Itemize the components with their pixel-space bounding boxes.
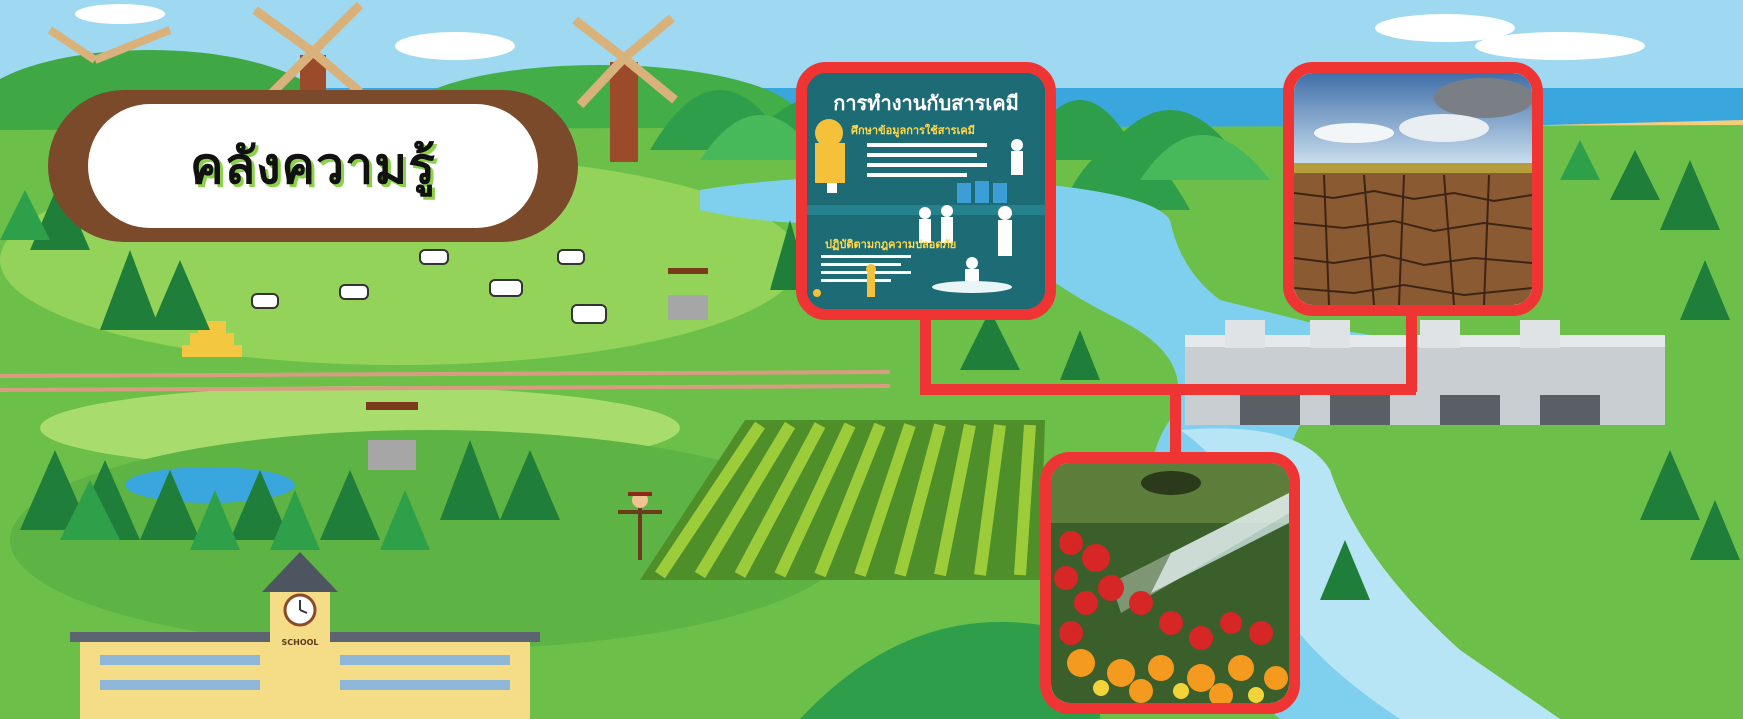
page-title: คลังความรู้ [190,136,436,195]
chemical-safety-card[interactable]: การทำงานกับสารเคมี ศึกษาข้อมูลการใช้สารเ… [796,62,1056,320]
poster-subtitle-study: ศึกษาข้อมูลการใช้สารเคมี [851,124,975,137]
connector-line-center-vertical [1170,392,1181,456]
poster-title: การทำงานกับสารเคมี [833,91,1019,115]
title-frame: คลังความรู้ [48,90,578,242]
drought-cracked-soil-photo [1294,73,1532,305]
school-sign: SCHOOL [281,638,318,647]
connector-line-right-vertical [1406,306,1417,392]
garden-sprinkler-photo [1051,463,1289,703]
poster-subtitle-safety: ปฏิบัติตามกฎความปลอดภัย [825,238,957,251]
connector-line-left-vertical [920,316,931,392]
title-button[interactable]: คลังความรู้ [88,104,538,228]
garden-sprinkler-card[interactable] [1040,452,1300,714]
connector-line-horizontal [920,384,1416,395]
dam [1185,320,1665,425]
drought-card[interactable] [1283,62,1543,316]
